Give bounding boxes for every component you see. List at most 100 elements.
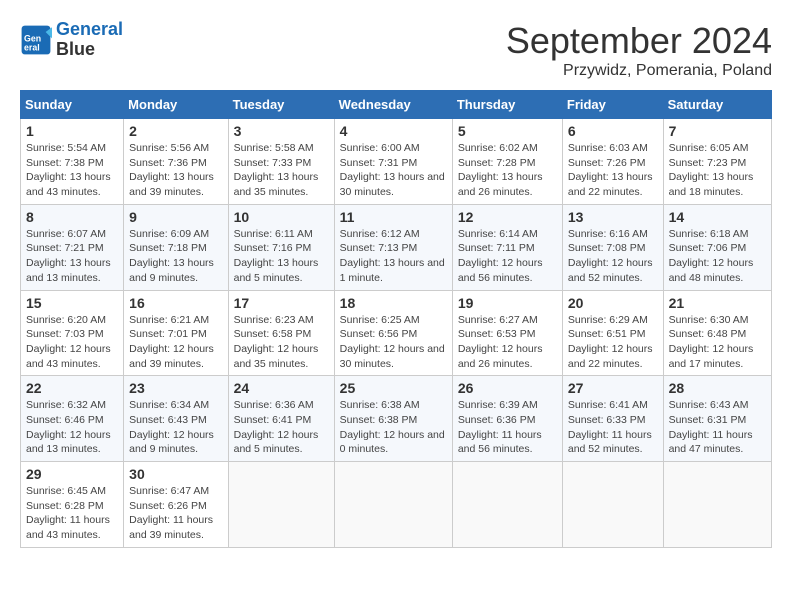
- calendar-cell: 2Sunrise: 5:56 AMSunset: 7:36 PMDaylight…: [124, 119, 228, 205]
- day-number: 24: [234, 380, 329, 396]
- day-number: 10: [234, 209, 329, 225]
- logo-line2: Blue: [56, 40, 123, 60]
- cell-info: Sunrise: 6:07 AMSunset: 7:21 PMDaylight:…: [26, 228, 111, 284]
- cell-info: Sunrise: 6:30 AMSunset: 6:48 PMDaylight:…: [669, 314, 754, 370]
- calendar-cell: 10 Sunrise: 6:11 AMSunset: 7:16 PMDayligh…: [228, 204, 334, 290]
- calendar-cell: 17 Sunrise: 6:23 AMSunset: 6:58 PMDayligh…: [228, 290, 334, 376]
- cell-info: Sunrise: 6:03 AMSunset: 7:26 PMDaylight:…: [568, 142, 653, 198]
- calendar-cell: 6 Sunrise: 6:03 AMSunset: 7:26 PMDaylight…: [562, 119, 663, 205]
- calendar-week-row: 29 Sunrise: 6:45 AMSunset: 6:28 PMDayligh…: [21, 462, 772, 548]
- cell-info: Sunrise: 6:29 AMSunset: 6:51 PMDaylight:…: [568, 314, 653, 370]
- logo-icon: Gen eral: [20, 24, 52, 56]
- col-wednesday: Wednesday: [334, 91, 452, 119]
- day-number: 17: [234, 295, 329, 311]
- calendar-cell: 8 Sunrise: 6:07 AMSunset: 7:21 PMDaylight…: [21, 204, 124, 290]
- month-title: September 2024: [506, 20, 772, 62]
- calendar-cell: 19Sunrise: 6:27 AMSunset: 6:53 PMDayligh…: [452, 290, 562, 376]
- cell-info: Sunrise: 5:56 AMSunset: 7:36 PMDaylight:…: [129, 142, 214, 198]
- calendar-body: 1 Sunrise: 5:54 AMSunset: 7:38 PMDaylight…: [21, 119, 772, 548]
- cell-info: Sunrise: 6:05 AMSunset: 7:23 PMDaylight:…: [669, 142, 754, 198]
- cell-info: Sunrise: 6:45 AMSunset: 6:28 PMDaylight:…: [26, 485, 110, 541]
- calendar-cell: 7 Sunrise: 6:05 AMSunset: 7:23 PMDaylight…: [663, 119, 771, 205]
- calendar-cell: 24 Sunrise: 6:36 AMSunset: 6:41 PMDayligh…: [228, 376, 334, 462]
- cell-info: Sunrise: 6:09 AMSunset: 7:18 PMDaylight:…: [129, 228, 214, 284]
- cell-info: Sunrise: 6:18 AMSunset: 7:06 PMDaylight:…: [669, 228, 754, 284]
- calendar-table: Sunday Monday Tuesday Wednesday Thursday…: [20, 90, 772, 548]
- col-tuesday: Tuesday: [228, 91, 334, 119]
- day-number: 13: [568, 209, 658, 225]
- day-number: 7: [669, 123, 766, 139]
- logo-line1: General: [56, 19, 123, 39]
- calendar-cell: [562, 462, 663, 548]
- calendar-cell: [663, 462, 771, 548]
- calendar-cell: 25Sunrise: 6:38 AMSunset: 6:38 PMDayligh…: [334, 376, 452, 462]
- day-number: 15: [26, 295, 118, 311]
- day-number: 27: [568, 380, 658, 396]
- calendar-header-row: Sunday Monday Tuesday Wednesday Thursday…: [21, 91, 772, 119]
- day-number: 9: [129, 209, 222, 225]
- svg-text:eral: eral: [24, 42, 40, 52]
- day-number: 6: [568, 123, 658, 139]
- cell-info: Sunrise: 6:36 AMSunset: 6:41 PMDaylight:…: [234, 399, 319, 455]
- day-number: 12: [458, 209, 557, 225]
- day-number: 8: [26, 209, 118, 225]
- calendar-week-row: 22 Sunrise: 6:32 AMSunset: 6:46 PMDayligh…: [21, 376, 772, 462]
- calendar-cell: 21 Sunrise: 6:30 AMSunset: 6:48 PMDayligh…: [663, 290, 771, 376]
- calendar-cell: 16Sunrise: 6:21 AMSunset: 7:01 PMDayligh…: [124, 290, 228, 376]
- calendar-week-row: 8 Sunrise: 6:07 AMSunset: 7:21 PMDaylight…: [21, 204, 772, 290]
- col-monday: Monday: [124, 91, 228, 119]
- day-number: 23: [129, 380, 222, 396]
- col-friday: Friday: [562, 91, 663, 119]
- cell-info: Sunrise: 5:58 AMSunset: 7:33 PMDaylight:…: [234, 142, 319, 198]
- calendar-cell: 15 Sunrise: 6:20 AMSunset: 7:03 PMDayligh…: [21, 290, 124, 376]
- calendar-cell: 9 Sunrise: 6:09 AMSunset: 7:18 PMDaylight…: [124, 204, 228, 290]
- cell-info: Sunrise: 6:41 AMSunset: 6:33 PMDaylight:…: [568, 399, 652, 455]
- day-number: 11: [340, 209, 447, 225]
- calendar-week-row: 15 Sunrise: 6:20 AMSunset: 7:03 PMDayligh…: [21, 290, 772, 376]
- calendar-cell: 27 Sunrise: 6:41 AMSunset: 6:33 PMDayligh…: [562, 376, 663, 462]
- calendar-cell: 26 Sunrise: 6:39 AMSunset: 6:36 PMDayligh…: [452, 376, 562, 462]
- calendar-cell: 13 Sunrise: 6:16 AMSunset: 7:08 PMDayligh…: [562, 204, 663, 290]
- calendar-cell: 11Sunrise: 6:12 AMSunset: 7:13 PMDayligh…: [334, 204, 452, 290]
- cell-info: Sunrise: 6:16 AMSunset: 7:08 PMDaylight:…: [568, 228, 653, 284]
- day-number: 30: [129, 466, 222, 482]
- cell-info: Sunrise: 6:02 AMSunset: 7:28 PMDaylight:…: [458, 142, 543, 198]
- calendar-cell: [334, 462, 452, 548]
- logo: Gen eral General Blue: [20, 20, 123, 60]
- cell-info: Sunrise: 6:34 AMSunset: 6:43 PMDaylight:…: [129, 399, 214, 455]
- location-title: Przywidz, Pomerania, Poland: [506, 62, 772, 80]
- calendar-cell: 5 Sunrise: 6:02 AMSunset: 7:28 PMDaylight…: [452, 119, 562, 205]
- day-number: 28: [669, 380, 766, 396]
- title-block: September 2024 Przywidz, Pomerania, Pola…: [506, 20, 772, 80]
- day-number: 3: [234, 123, 329, 139]
- day-number: 26: [458, 380, 557, 396]
- day-number: 21: [669, 295, 766, 311]
- cell-info: Sunrise: 6:23 AMSunset: 6:58 PMDaylight:…: [234, 314, 319, 370]
- day-number: 14: [669, 209, 766, 225]
- calendar-cell: 1 Sunrise: 5:54 AMSunset: 7:38 PMDaylight…: [21, 119, 124, 205]
- calendar-cell: 30Sunrise: 6:47 AMSunset: 6:26 PMDayligh…: [124, 462, 228, 548]
- col-thursday: Thursday: [452, 91, 562, 119]
- calendar-week-row: 1 Sunrise: 5:54 AMSunset: 7:38 PMDaylight…: [21, 119, 772, 205]
- calendar-cell: 28Sunrise: 6:43 AMSunset: 6:31 PMDayligh…: [663, 376, 771, 462]
- cell-info: Sunrise: 6:20 AMSunset: 7:03 PMDaylight:…: [26, 314, 111, 370]
- cell-info: Sunrise: 6:39 AMSunset: 6:36 PMDaylight:…: [458, 399, 542, 455]
- cell-info: Sunrise: 6:32 AMSunset: 6:46 PMDaylight:…: [26, 399, 111, 455]
- day-number: 20: [568, 295, 658, 311]
- day-number: 22: [26, 380, 118, 396]
- calendar-cell: 12Sunrise: 6:14 AMSunset: 7:11 PMDayligh…: [452, 204, 562, 290]
- calendar-cell: 3 Sunrise: 5:58 AMSunset: 7:33 PMDaylight…: [228, 119, 334, 205]
- cell-info: Sunrise: 6:25 AMSunset: 6:56 PMDaylight:…: [340, 314, 445, 370]
- calendar-cell: 18Sunrise: 6:25 AMSunset: 6:56 PMDayligh…: [334, 290, 452, 376]
- day-number: 5: [458, 123, 557, 139]
- day-number: 1: [26, 123, 118, 139]
- cell-info: Sunrise: 6:11 AMSunset: 7:16 PMDaylight:…: [234, 228, 319, 284]
- calendar-cell: 22 Sunrise: 6:32 AMSunset: 6:46 PMDayligh…: [21, 376, 124, 462]
- calendar-cell: [452, 462, 562, 548]
- cell-info: Sunrise: 6:38 AMSunset: 6:38 PMDaylight:…: [340, 399, 445, 455]
- day-number: 29: [26, 466, 118, 482]
- cell-info: Sunrise: 5:54 AMSunset: 7:38 PMDaylight:…: [26, 142, 111, 198]
- page-header: Gen eral General Blue September 2024 Prz…: [20, 20, 772, 80]
- day-number: 16: [129, 295, 222, 311]
- calendar-cell: 23 Sunrise: 6:34 AMSunset: 6:43 PMDayligh…: [124, 376, 228, 462]
